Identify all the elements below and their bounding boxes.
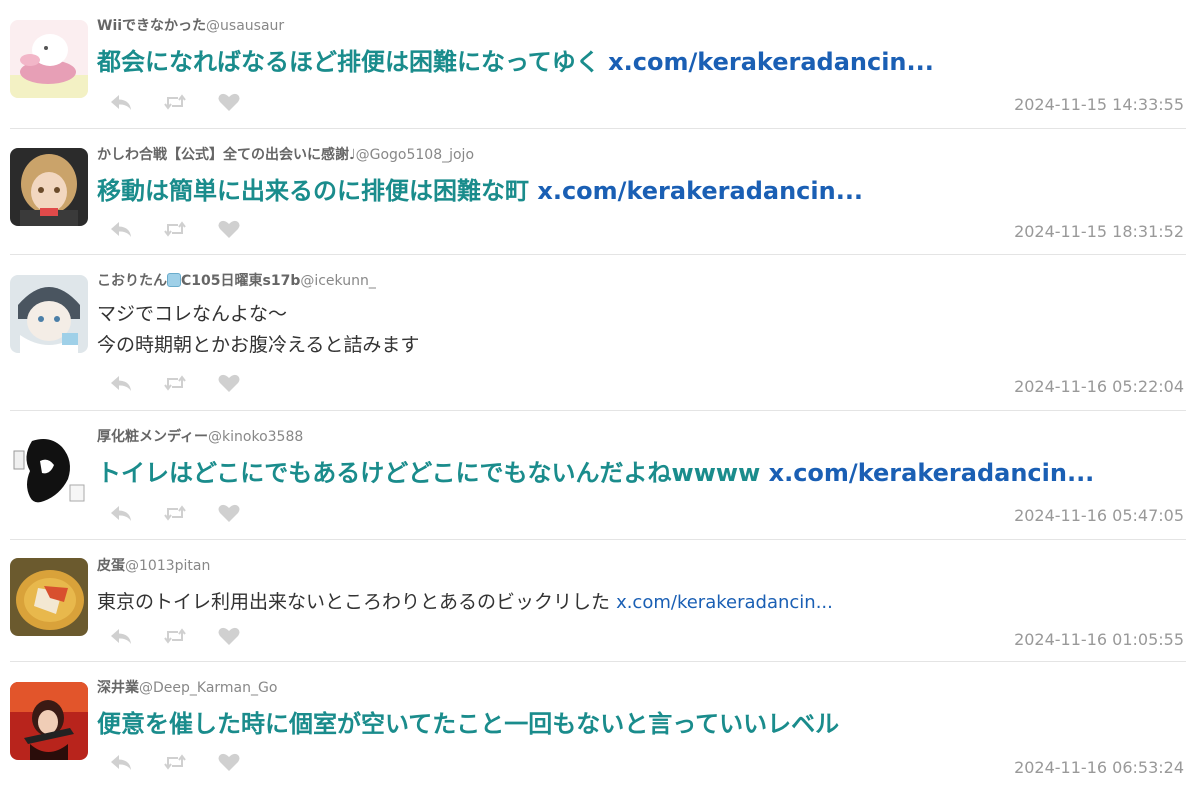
screen-name: @Gogo5108_jojo [355,147,475,163]
avatar-image [10,558,88,636]
display-name: Wiiできなかった [97,18,207,34]
timestamp[interactable]: 2024-11-15 14:33:55 [1014,95,1184,115]
retweet-icon[interactable] [163,219,187,239]
tweet-actions [109,373,241,393]
tweet-user[interactable]: 皮蛋@1013pitan [97,557,210,575]
tweet-item: 深井業@Deep_Karman_Go 便意を催した時に個室が空いてたこと一回もな… [10,662,1186,790]
timestamp[interactable]: 2024-11-16 01:05:55 [1014,630,1184,650]
tweet-body: トイレはどこにでもあるけどどこにでもないんだよねwwww [97,459,761,487]
avatar[interactable] [10,558,88,636]
avatar-image [10,682,88,760]
timestamp[interactable]: 2024-11-16 05:22:04 [1014,377,1184,397]
reply-icon[interactable] [109,626,133,646]
avatar[interactable] [10,275,88,353]
tweet-body: 東京のトイレ利用出来ないところわりとあるのビックリした [97,591,611,613]
tweet-link[interactable]: x.com/kerakeradancin... [537,177,863,205]
screen-name: @kinoko3588 [208,429,304,445]
tweet-body: 都会になればなるほど排便は困難になってゆく [97,48,600,76]
tweet-actions [109,92,241,112]
screen-name: @Deep_Karman_Go [139,680,278,696]
tweet-user[interactable]: 厚化粧メンディー@kinoko3588 [97,428,303,446]
like-icon[interactable] [217,92,241,112]
display-name: 皮蛋 [97,558,125,574]
tweet-user[interactable]: 深井業@Deep_Karman_Go [97,679,277,697]
like-icon[interactable] [217,503,241,523]
tweet-item: 厚化粧メンディー@kinoko3588 トイレはどこにでもあるけどどこにでもない… [10,411,1186,540]
screen-name: @icekunn_ [300,273,376,289]
tweet-user[interactable]: かしわ合戦【公式】全ての出会いに感謝♩@Gogo5108_jojo [97,146,474,164]
tweet-actions [109,626,241,646]
screen-name: @usausaur [206,18,285,34]
tweet-actions [109,219,241,239]
reply-icon[interactable] [109,92,133,112]
avatar[interactable] [10,148,88,226]
reply-icon[interactable] [109,373,133,393]
tweet-body-line: 今の時期朝とかお腹冷えると詰みます [97,334,420,356]
avatar-image [10,20,88,98]
reply-icon[interactable] [109,503,133,523]
retweet-icon[interactable] [163,92,187,112]
tweet-link[interactable]: x.com/kerakeradancin... [616,592,833,613]
tweet-text: 移動は簡単に出来るのに排便は困難な町 x.com/kerakeradancin.… [97,175,863,207]
avatar-image [10,275,88,353]
avatar[interactable] [10,431,88,509]
tweet-feed: Wiiできなかった@usausaur 都会になればなるほど排便は困難になってゆく… [0,0,1200,790]
tweet-body: 便意を催した時に個室が空いてたこと一回もないと言っていいレベル [97,710,840,738]
tweet-user[interactable]: こおりたん C105日曜東s17b@icekunn_ [97,272,376,290]
tweet-text: 都会になればなるほど排便は困難になってゆく x.com/kerakeradanc… [97,46,934,78]
like-icon[interactable] [217,626,241,646]
timestamp[interactable]: 2024-11-15 18:31:52 [1014,222,1184,242]
tweet-item: こおりたん C105日曜東s17b@icekunn_ マジでコレなんよな〜 今の時… [10,255,1186,411]
tweet-item: 皮蛋@1013pitan 東京のトイレ利用出来ないところわりとあるのビックリした… [10,540,1186,662]
avatar[interactable] [10,20,88,98]
like-icon[interactable] [217,219,241,239]
tweet-text: 東京のトイレ利用出来ないところわりとあるのビックリした x.com/kerake… [97,587,833,618]
tweet-body: 移動は簡単に出来るのに排便は困難な町 [97,177,529,205]
tweet-body-line: マジでコレなんよな〜 [97,303,288,325]
reply-icon[interactable] [109,752,133,772]
tweet-user[interactable]: Wiiできなかった@usausaur [97,17,284,35]
tweet-item: Wiiできなかった@usausaur 都会になればなるほど排便は困難になってゆく… [10,0,1186,129]
tweet-text: トイレはどこにでもあるけどどこにでもないんだよねwwww x.com/kerak… [97,457,1094,489]
display-name: こおりたん C105日曜東s17b [97,273,301,289]
like-icon[interactable] [217,752,241,772]
tweet-text: 便意を催した時に個室が空いてたこと一回もないと言っていいレベル [97,708,839,740]
retweet-icon[interactable] [163,373,187,393]
avatar-image [10,431,88,509]
tweet-actions [109,503,241,523]
tweet-text: マジでコレなんよな〜 今の時期朝とかお腹冷えると詰みます [97,299,419,361]
tweet-actions [109,752,241,772]
screen-name: @1013pitan [125,558,211,574]
timestamp[interactable]: 2024-11-16 06:53:24 [1014,758,1184,778]
retweet-icon[interactable] [163,503,187,523]
retweet-icon[interactable] [163,626,187,646]
ice-cube-icon [167,273,181,287]
retweet-icon[interactable] [163,752,187,772]
avatar[interactable] [10,682,88,760]
tweet-item: かしわ合戦【公式】全ての出会いに感謝♩@Gogo5108_jojo 移動は簡単に… [10,129,1186,255]
timestamp[interactable]: 2024-11-16 05:47:05 [1014,506,1184,526]
tweet-link[interactable]: x.com/kerakeradancin... [769,459,1095,487]
display-name: 深井業 [97,680,139,696]
reply-icon[interactable] [109,219,133,239]
avatar-image [10,148,88,226]
display-name: かしわ合戦【公式】全ての出会いに感謝♩ [97,147,356,163]
display-name: 厚化粧メンディー [97,429,209,445]
tweet-link[interactable]: x.com/kerakeradancin... [608,48,934,76]
like-icon[interactable] [217,373,241,393]
